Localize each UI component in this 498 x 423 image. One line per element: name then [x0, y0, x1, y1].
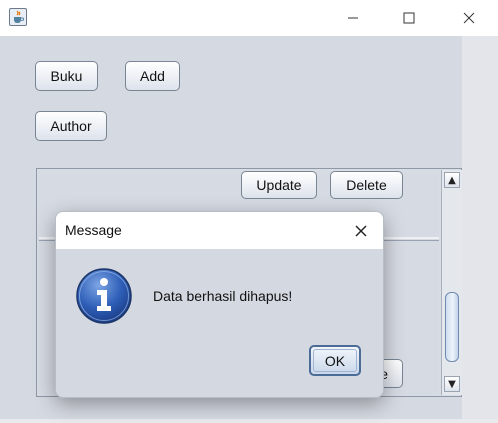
close-icon	[463, 12, 475, 24]
update-button[interactable]: Update	[241, 171, 317, 199]
add-button[interactable]: Add	[125, 61, 180, 91]
maximize-button[interactable]	[386, 0, 432, 36]
window-edge	[462, 36, 498, 423]
close-icon	[355, 225, 367, 237]
information-icon	[76, 268, 132, 324]
maximize-icon	[403, 12, 415, 24]
dialog-message: Data berhasil dihapus!	[153, 288, 293, 304]
java-cup-icon	[9, 8, 27, 26]
window-bottom-edge	[0, 419, 498, 423]
author-button[interactable]: Author	[35, 111, 107, 141]
dialog-titlebar: Message	[56, 212, 383, 249]
close-button[interactable]	[446, 0, 492, 36]
vertical-scrollbar[interactable]: ▲ ▼	[441, 170, 462, 395]
buku-button[interactable]: Buku	[35, 61, 98, 91]
dialog-close-button[interactable]	[350, 220, 372, 242]
dialog-title: Message	[65, 222, 122, 238]
minimize-button[interactable]	[330, 0, 376, 36]
scroll-up-arrow-icon[interactable]: ▲	[444, 172, 460, 188]
window-titlebar	[0, 0, 498, 36]
scroll-down-arrow-icon[interactable]: ▼	[444, 376, 460, 392]
ok-button[interactable]: OK	[309, 345, 361, 376]
minimize-icon	[348, 17, 358, 19]
delete-button[interactable]: Delete	[330, 171, 403, 199]
message-dialog: Message Data berhasil dihapus! OK	[55, 211, 384, 398]
scroll-thumb[interactable]	[445, 292, 459, 362]
